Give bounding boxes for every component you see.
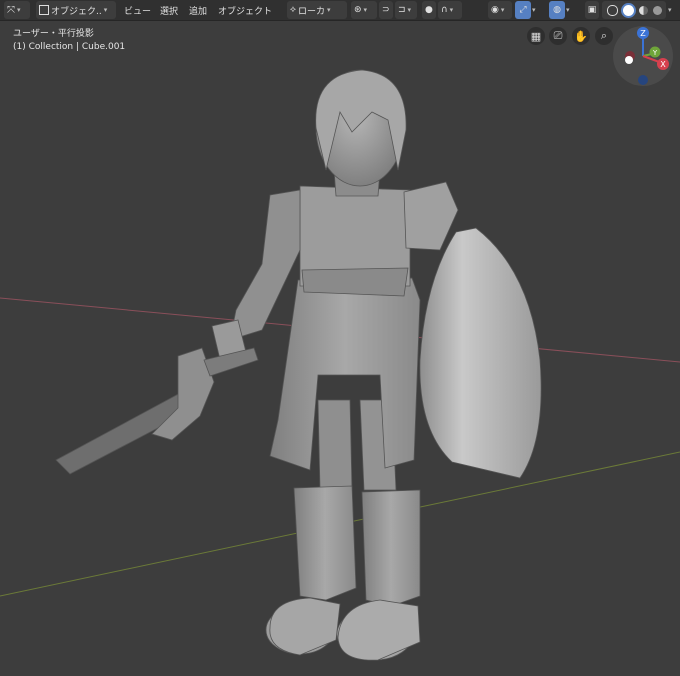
camera-view-button[interactable]: ⎚ [549,27,567,45]
grid-icon: ▦ [530,29,542,43]
zoom-view-button[interactable]: ⌕ [595,27,613,45]
toggle-grid-button[interactable]: ▦ [527,27,545,45]
object-info: (1) Collection | Cube.001 [13,42,126,52]
gizmo-z-label: Z [640,29,646,38]
model-left-arm [229,189,301,341]
model-right-boot [361,489,421,607]
model-shield [419,227,542,479]
pan-view-button[interactable]: ✋ [572,27,590,45]
blender-window: ⤧ ▾ オブジェク.. ▾ ビュー 選択 追加 オブジェクト ⟡ ローカ ▾ ⊛… [0,0,680,676]
viewport-scene: Z Y X [0,26,680,661]
model-left-boot [293,485,357,601]
character-model[interactable] [55,69,542,661]
view-title: ユーザー・平行投影 [13,29,94,39]
model-left-leg [317,399,353,491]
gizmo-view-dot [625,56,633,64]
model-left-foot-cap [269,597,341,656]
hand-icon: ✋ [574,29,588,43]
model-right-pauldron [403,181,459,251]
model-chest-plate [301,267,409,297]
zoom-icon: ⌕ [600,29,608,42]
camera-icon: ⎚ [553,29,563,42]
gizmo-x-label: X [660,60,666,69]
gizmo-neg-z-handle[interactable] [638,75,648,85]
gizmo-y-label: Y [652,49,658,57]
model-right-foot-cap [337,599,421,661]
navigation-gizmo[interactable]: Z Y X [613,26,673,86]
